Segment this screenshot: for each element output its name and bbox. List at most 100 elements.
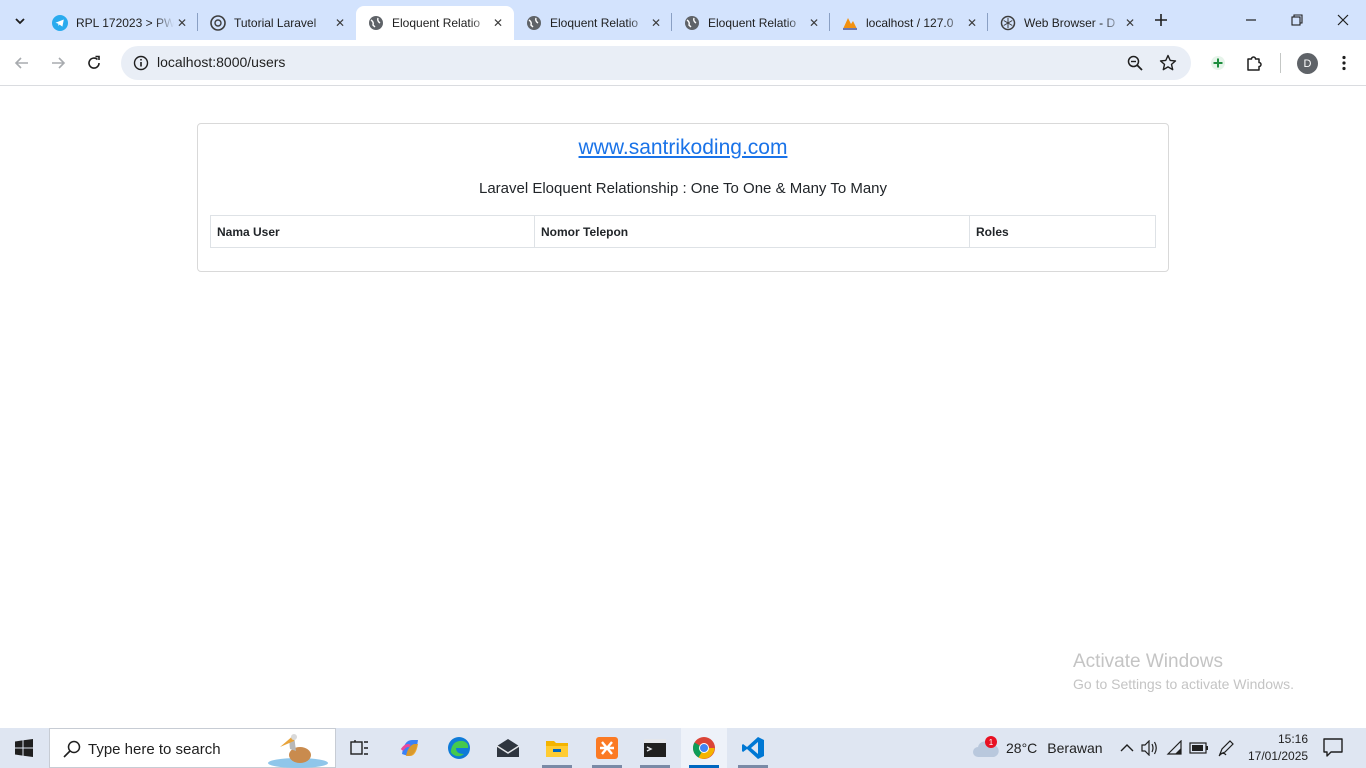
tab-2[interactable]: Tutorial Laravel ✕: [198, 6, 356, 40]
toolbar-divider: [1280, 53, 1281, 73]
info-icon: [133, 55, 149, 71]
globe-icon: [526, 15, 542, 31]
vscode-icon: [742, 737, 764, 759]
tab-7[interactable]: Web Browser - D ✕: [988, 6, 1146, 40]
notification-center-button[interactable]: [1322, 736, 1346, 760]
taskbar: Type here to search 1 28°C Berawan 15:16…: [0, 728, 1366, 768]
extensions-menu-button[interactable]: [1238, 47, 1270, 79]
site-info-button[interactable]: [127, 49, 155, 77]
battery-button[interactable]: [1189, 738, 1209, 758]
taskbar-search[interactable]: Type here to search: [49, 728, 336, 768]
tab-6[interactable]: localhost / 127.0 ✕: [830, 6, 988, 40]
copilot-app[interactable]: [387, 728, 433, 768]
tab-title: Eloquent Relatio: [392, 16, 481, 30]
forward-button[interactable]: [42, 47, 74, 79]
tab-1[interactable]: RPL 172023 > PW ✕: [40, 6, 198, 40]
weather-description: Berawan: [1047, 740, 1103, 756]
column-header-nama-user: Nama User: [210, 215, 535, 248]
terminal-app[interactable]: [632, 728, 678, 768]
puzzle-icon: [1247, 56, 1262, 71]
users-table: Nama User Nomor Telepon Roles: [210, 215, 1156, 248]
tab-title: Tutorial Laravel: [234, 16, 317, 30]
star-icon: [1159, 54, 1177, 71]
xampp-app[interactable]: [584, 728, 630, 768]
close-icon[interactable]: ✕: [806, 15, 822, 31]
column-header-nomor-telepon: Nomor Telepon: [534, 215, 970, 248]
watermark-subtitle: Go to Settings to activate Windows.: [1073, 676, 1294, 692]
volume-button[interactable]: [1140, 738, 1160, 758]
edge-app[interactable]: [436, 728, 482, 768]
mail-app[interactable]: [485, 728, 531, 768]
arrow-right-icon: [52, 57, 66, 69]
start-button[interactable]: [0, 728, 48, 768]
show-hidden-icons-button[interactable]: [1117, 738, 1137, 758]
wifi-icon: [1166, 740, 1182, 755]
close-icon[interactable]: ✕: [648, 15, 664, 31]
task-view-button[interactable]: [337, 728, 383, 768]
tab-title: RPL 172023 > PW: [76, 16, 174, 30]
clock[interactable]: 15:16 17/01/2025: [1248, 731, 1308, 765]
tab-title: localhost / 127.0: [866, 16, 954, 30]
network-button[interactable]: [1165, 738, 1185, 758]
tab-5[interactable]: Eloquent Relatio ✕: [672, 6, 830, 40]
weather-badge: 1: [985, 736, 997, 748]
close-icon[interactable]: ✕: [964, 15, 980, 31]
url-text[interactable]: localhost:8000/users: [157, 54, 285, 70]
task-view-icon: [350, 740, 368, 755]
bookmark-button[interactable]: [1156, 51, 1180, 75]
chatgpt-icon: [210, 15, 226, 31]
tab-3-active[interactable]: Eloquent Relatio ✕: [356, 6, 514, 40]
profile-avatar[interactable]: D: [1297, 53, 1318, 74]
zoom-out-icon: [1127, 55, 1143, 71]
restore-button[interactable]: [1274, 0, 1320, 40]
phpmyadmin-icon: [842, 15, 858, 31]
reload-icon: [88, 55, 100, 69]
reload-button[interactable]: [78, 47, 110, 79]
table-header-row: Nama User Nomor Telepon Roles: [210, 215, 1156, 248]
plus-icon: [1155, 14, 1167, 26]
site-link[interactable]: www.santrikoding.com: [198, 136, 1168, 160]
minimize-button[interactable]: [1228, 0, 1274, 40]
telegram-icon: [52, 15, 68, 31]
column-header-roles: Roles: [969, 215, 1156, 248]
page-title: Laravel Eloquent Relationship : One To O…: [478, 180, 888, 197]
more-vertical-icon: [1342, 55, 1346, 71]
close-icon[interactable]: ✕: [332, 15, 348, 31]
activate-windows-watermark: Activate Windows Go to Settings to activ…: [1073, 651, 1294, 692]
tab-strip: RPL 172023 > PW ✕ Tutorial Laravel ✕ Elo…: [0, 0, 1366, 40]
tab-4[interactable]: Eloquent Relatio ✕: [514, 6, 672, 40]
windows-logo-icon: [15, 739, 33, 757]
menu-button[interactable]: [1328, 47, 1360, 79]
chevron-down-icon: [15, 18, 25, 25]
close-icon: [1337, 14, 1349, 26]
chrome-icon: [693, 737, 715, 759]
zoom-button[interactable]: [1123, 51, 1147, 75]
chevron-up-icon: [1120, 744, 1134, 752]
edge-icon: [448, 737, 470, 759]
close-icon[interactable]: ✕: [174, 15, 190, 31]
pen-icon: [1218, 740, 1234, 757]
browser-toolbar: localhost:8000/users D: [0, 40, 1366, 86]
close-window-button[interactable]: [1320, 0, 1366, 40]
chrome-app[interactable]: [681, 728, 727, 768]
mail-icon: [496, 739, 520, 757]
pelican-highlight-icon: [268, 734, 328, 768]
back-button[interactable]: [6, 47, 38, 79]
notification-icon: [1323, 738, 1343, 757]
weather-widget[interactable]: 1 28°C Berawan: [972, 728, 1103, 768]
xampp-icon: [596, 737, 618, 759]
new-tab-button[interactable]: [1149, 8, 1173, 32]
volume-icon: [1141, 740, 1157, 756]
close-icon[interactable]: ✕: [490, 15, 506, 31]
tab-search-button[interactable]: [6, 7, 34, 35]
clock-date: 17/01/2025: [1248, 749, 1309, 763]
pen-button[interactable]: [1216, 738, 1236, 758]
extension-button[interactable]: [1202, 47, 1234, 79]
close-icon[interactable]: ✕: [1122, 15, 1138, 31]
address-bar[interactable]: localhost:8000/users: [121, 46, 1191, 80]
vscode-app[interactable]: [730, 728, 776, 768]
restore-icon: [1291, 14, 1303, 26]
globe-icon: [368, 15, 384, 31]
search-placeholder: Type here to search: [88, 741, 221, 758]
file-explorer-app[interactable]: [534, 728, 580, 768]
